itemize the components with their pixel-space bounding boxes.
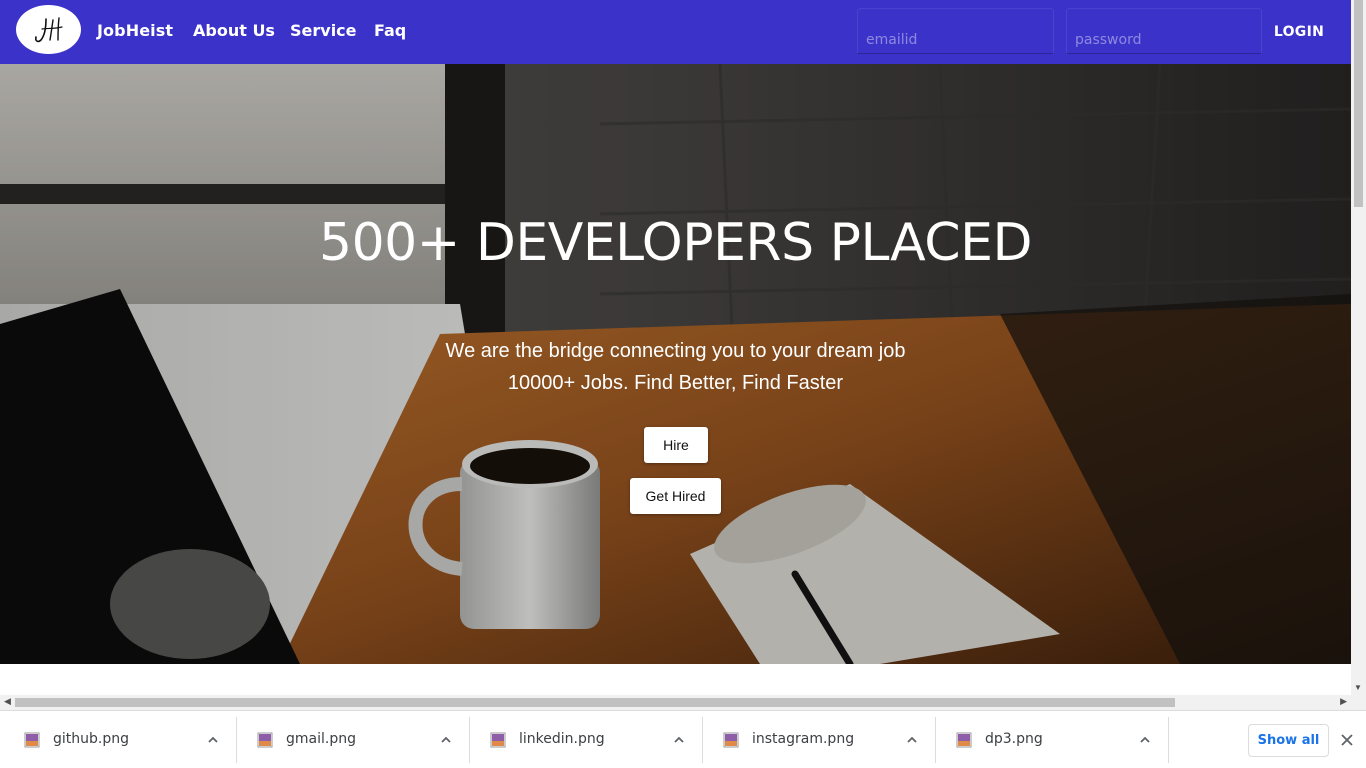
nav-faq[interactable]: Faq bbox=[374, 21, 406, 40]
download-file-name: gmail.png bbox=[286, 731, 356, 747]
image-file-icon bbox=[490, 732, 506, 748]
scroll-right-arrow-icon[interactable]: ▶ bbox=[1340, 696, 1347, 707]
download-item[interactable]: instagram.png bbox=[703, 717, 936, 763]
scrollbar-corner bbox=[1351, 695, 1366, 710]
nav-service[interactable]: Service bbox=[290, 21, 357, 40]
hero-subtitle-1: We are the bridge connecting you to your… bbox=[445, 340, 906, 362]
scroll-left-arrow-icon[interactable]: ◀ bbox=[4, 696, 11, 707]
horizontal-scrollbar-thumb[interactable] bbox=[15, 698, 1175, 707]
download-bar: github.png gmail.png linkedin.png instag… bbox=[0, 710, 1366, 768]
image-file-icon bbox=[956, 732, 972, 748]
hire-button[interactable]: Hire bbox=[644, 427, 708, 463]
download-item[interactable]: dp3.png bbox=[936, 717, 1169, 763]
hero-title: 500+ DEVELOPERS PLACED bbox=[319, 213, 1033, 273]
download-file-name: github.png bbox=[53, 731, 129, 747]
chevron-up-icon[interactable] bbox=[439, 733, 453, 747]
download-item[interactable]: linkedin.png bbox=[470, 717, 703, 763]
hero-background-image bbox=[0, 64, 1351, 664]
scroll-down-arrow-icon[interactable]: ▼ bbox=[1354, 683, 1362, 692]
jh-logo-icon bbox=[34, 16, 63, 42]
password-input[interactable] bbox=[1066, 8, 1262, 54]
download-file-name: instagram.png bbox=[752, 731, 855, 747]
hero-subtitle-2: 10000+ Jobs. Find Better, Find Faster bbox=[507, 372, 844, 394]
chevron-up-icon[interactable] bbox=[672, 733, 686, 747]
horizontal-scrollbar[interactable]: ◀ ▶ bbox=[0, 695, 1351, 710]
logo[interactable] bbox=[16, 5, 81, 54]
close-icon[interactable] bbox=[1340, 733, 1354, 747]
download-file-name: dp3.png bbox=[985, 731, 1043, 747]
brand-name[interactable]: JobHeist bbox=[97, 21, 173, 40]
chevron-up-icon[interactable] bbox=[206, 733, 220, 747]
image-file-icon bbox=[723, 732, 739, 748]
chevron-up-icon[interactable] bbox=[1138, 733, 1152, 747]
show-all-downloads-button[interactable]: Show all bbox=[1248, 724, 1329, 757]
image-file-icon bbox=[257, 732, 273, 748]
get-hired-button[interactable]: Get Hired bbox=[630, 478, 721, 514]
image-file-icon bbox=[24, 732, 40, 748]
vertical-scrollbar[interactable]: ▼ bbox=[1351, 0, 1366, 695]
vertical-scrollbar-thumb[interactable] bbox=[1354, 0, 1363, 207]
download-file-name: linkedin.png bbox=[519, 731, 605, 747]
login-button[interactable]: LOGIN bbox=[1270, 16, 1328, 48]
email-input[interactable] bbox=[857, 8, 1054, 54]
hero-section: 500+ DEVELOPERS PLACED We are the bridge… bbox=[0, 64, 1351, 664]
download-item[interactable]: gmail.png bbox=[237, 717, 470, 763]
nav-about-us[interactable]: About Us bbox=[193, 21, 275, 40]
chevron-up-icon[interactable] bbox=[905, 733, 919, 747]
download-item[interactable]: github.png bbox=[4, 717, 237, 763]
navbar: JobHeist About Us Service Faq LOGIN bbox=[0, 0, 1351, 64]
